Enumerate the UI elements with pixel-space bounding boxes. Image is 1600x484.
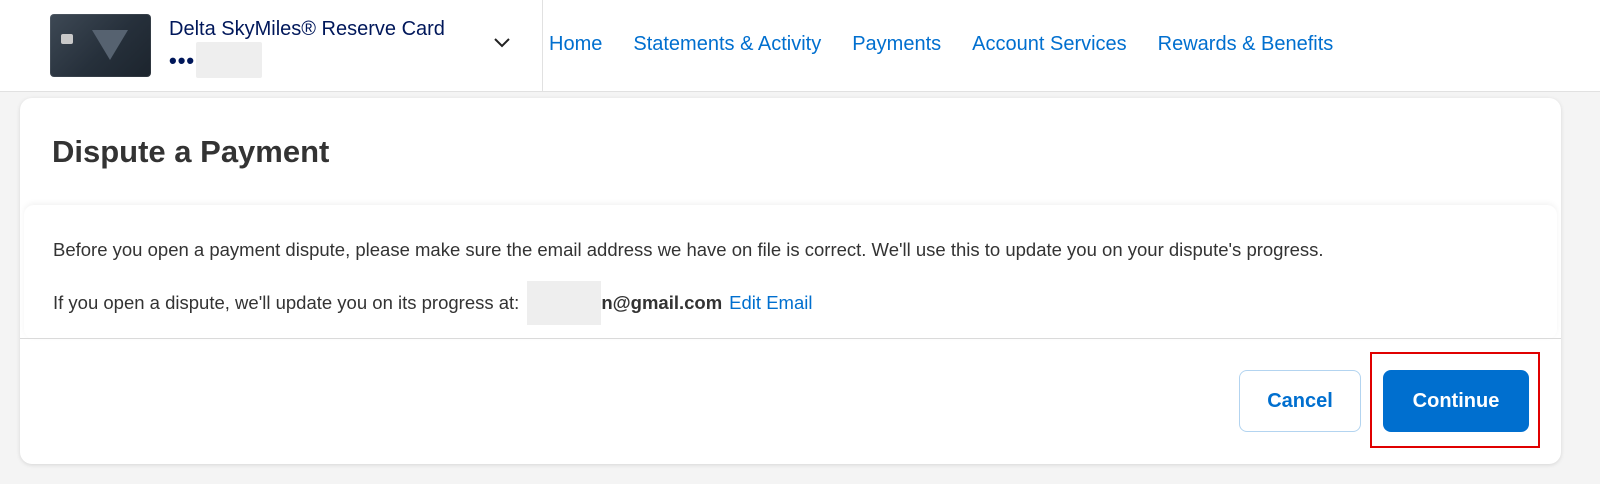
nav-account-services[interactable]: Account Services	[972, 33, 1127, 56]
nav-rewards-benefits[interactable]: Rewards & Benefits	[1158, 33, 1334, 56]
divider	[20, 338, 1561, 339]
email-address: n@gmail.com	[601, 292, 723, 313]
card-masked-number: •••	[169, 48, 196, 73]
email-prefix-text: If you open a dispute, we'll update you …	[53, 292, 520, 313]
card-name: Delta SkyMiles® Reserve Card	[169, 18, 445, 40]
card-image	[50, 14, 151, 77]
dispute-info-section: Before you open a payment dispute, pleas…	[24, 205, 1557, 339]
email-line: If you open a dispute, we'll update you …	[53, 281, 812, 325]
nav-home[interactable]: Home	[549, 33, 602, 56]
delta-logo-icon	[92, 30, 128, 60]
dispute-payment-panel: Dispute a Payment Before you open a paym…	[20, 98, 1561, 464]
top-navigation-bar: Delta SkyMiles® Reserve Card ••• Home St…	[0, 0, 1600, 92]
chevron-down-icon[interactable]	[493, 34, 511, 52]
nav-payments[interactable]: Payments	[852, 33, 941, 56]
card-chip-icon	[61, 34, 73, 44]
continue-highlight-box	[1370, 352, 1540, 448]
page-title: Dispute a Payment	[52, 134, 330, 169]
dispute-message: Before you open a payment dispute, pleas…	[53, 239, 1324, 260]
edit-email-link[interactable]: Edit Email	[729, 292, 812, 314]
cancel-button[interactable]: Cancel	[1239, 370, 1361, 432]
card-number-redacted	[196, 42, 262, 78]
nav-statements-activity[interactable]: Statements & Activity	[633, 33, 821, 56]
card-switcher[interactable]: Delta SkyMiles® Reserve Card •••	[18, 0, 543, 92]
primary-nav: Home Statements & Activity Payments Acco…	[549, 0, 1364, 88]
email-redacted	[527, 281, 602, 325]
